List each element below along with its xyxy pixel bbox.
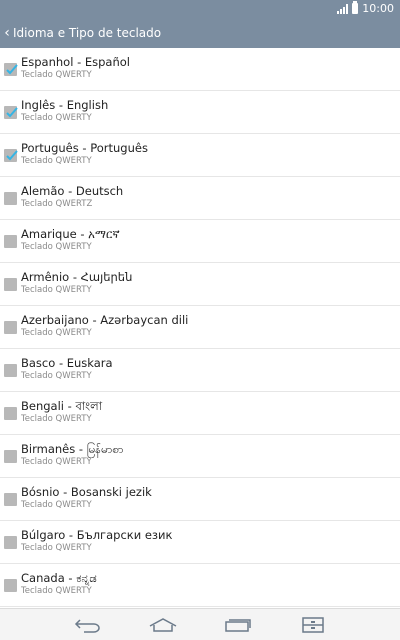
language-item[interactable]: Português - Português Teclado QWERTY [0,134,400,177]
language-name: Alemão - Deutsch [21,183,124,198]
language-item[interactable]: Armênio - Հայերեն Teclado QWERTY [0,263,400,306]
status-bar: 10:00 [0,0,400,17]
checkbox[interactable] [4,148,18,162]
back-chevron-icon[interactable]: ‹ [2,26,12,40]
home-button[interactable] [143,611,183,639]
checkbox[interactable] [4,535,17,549]
language-item[interactable]: Búlgaro - Български език Teclado QWERTY [0,521,400,564]
language-item[interactable]: Azerbaijano - Azərbaycan dili Teclado QW… [0,306,400,349]
recents-icon [224,618,251,632]
keyboard-layout: Teclado QWERTY [21,155,92,166]
language-item[interactable]: Bósnio - Bosanski jezik Teclado QWERTY [0,478,400,521]
language-item[interactable]: Inglês - English Teclado QWERTY [0,91,400,134]
language-item[interactable]: Bengali - বাংলা Teclado QWERTY [0,392,400,435]
keyboard-layout: Teclado QWERTY [21,456,92,467]
recents-button[interactable] [218,611,258,639]
checkbox[interactable] [4,578,17,592]
keyboard-layout: Teclado QWERTY [21,413,92,424]
language-name: Amarique - አማርኛ [21,226,120,241]
language-name: Bósnio - Bosanski jezik [21,484,152,499]
checkbox[interactable] [4,191,17,205]
language-item[interactable]: Basco - Euskara Teclado QWERTY [0,349,400,392]
language-name: Basco - Euskara [21,355,113,370]
keyboard-layout: Teclado QWERTY [21,542,92,553]
keyboard-layout: Teclado QWERTY [21,69,92,80]
language-name: Armênio - Հայերեն [21,269,133,284]
language-item[interactable]: Amarique - አማርኛ Teclado QWERTY [0,220,400,263]
checkbox[interactable] [4,320,17,334]
language-name: Bengali - বাংলা [21,398,103,413]
keyboard-layout: Teclado QWERTY [21,112,92,123]
language-item[interactable]: Espanhol - Español Teclado QWERTY [0,48,400,91]
language-name: Canada - ಕನ್ನಡ [21,570,97,585]
action-bar: ‹ Idioma e Tipo de teclado [0,17,400,48]
clock: 10:00 [362,2,394,15]
language-list: Espanhol - Español Teclado QWERTY Inglês… [0,48,400,608]
language-item[interactable]: Canada - ಕನ್ನಡ Teclado QWERTY [0,564,400,607]
signal-icon [337,3,349,14]
battery-icon [352,1,359,14]
menu-icon [301,616,324,633]
checkbox[interactable] [4,406,17,420]
checkbox[interactable] [4,449,17,463]
page-title[interactable]: Idioma e Tipo de teclado [13,26,161,40]
back-icon [74,618,100,633]
checkbox[interactable] [4,277,17,291]
checkbox[interactable] [4,363,17,377]
language-name: Búlgaro - Български език [21,527,173,542]
menu-button[interactable] [293,611,333,639]
language-name: Espanhol - Español [21,54,130,69]
check-mark-icon [6,106,18,117]
language-name: Inglês - English [21,97,109,112]
language-name: Birmanês - မြန်မာစာ [21,441,124,456]
checkbox[interactable] [4,234,17,248]
language-name: Português - Português [21,140,148,155]
keyboard-layout: Teclado QWERTY [21,499,92,510]
language-name: Azerbaijano - Azərbaycan dili [21,312,189,327]
checkbox[interactable] [4,492,17,506]
home-icon [149,617,176,632]
language-item[interactable]: Birmanês - မြန်မာစာ Teclado QWERTY [0,435,400,478]
check-mark-icon [6,149,18,160]
navigation-bar [0,608,400,640]
checkbox[interactable] [4,105,18,119]
keyboard-layout: Teclado QWERTY [21,585,92,596]
keyboard-layout: Teclado QWERTY [21,241,92,252]
keyboard-layout: Teclado QWERTY [21,327,92,338]
keyboard-layout: Teclado QWERTZ [21,198,93,209]
keyboard-layout: Teclado QWERTY [21,370,92,381]
checkbox[interactable] [4,62,18,76]
keyboard-layout: Teclado QWERTY [21,284,92,295]
check-mark-icon [6,63,18,74]
back-button[interactable] [68,611,108,639]
language-item[interactable]: Alemão - Deutsch Teclado QWERTZ [0,177,400,220]
